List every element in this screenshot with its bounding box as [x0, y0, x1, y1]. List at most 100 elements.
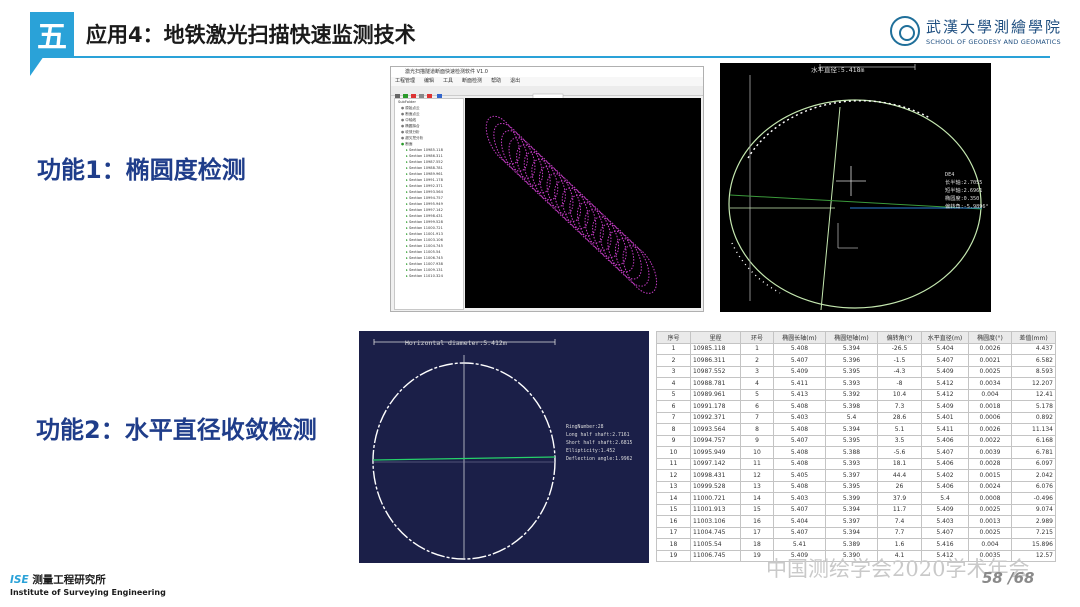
table-cell: 5.407: [773, 354, 826, 367]
table-cell: 17: [656, 526, 691, 539]
table-cell: 10993.564: [690, 423, 741, 436]
table-cell: 0.0018: [968, 400, 1012, 413]
feature-1-label: 功能1：椭圆度检测: [37, 156, 246, 184]
table-cell: 13: [740, 480, 774, 493]
table-cell: 10988.781: [690, 377, 741, 390]
scan-ring: [516, 144, 551, 194]
software-menu-item[interactable]: 工程管理: [395, 78, 415, 84]
table-cell: 5.396: [825, 354, 878, 367]
table-cell: 0.0022: [968, 434, 1012, 447]
table-header-cell: 水平直径(m): [921, 331, 969, 344]
table-cell: 9: [656, 434, 691, 447]
table-cell: 6.076: [1011, 480, 1056, 493]
page-number: 58 /68: [982, 569, 1035, 587]
section-tree-panel: SubFolder ● 原始点云 ● 断面点云 ● 中轴线 ● 椭圆拟合 ● 收敛分析 ● …: [394, 98, 464, 310]
seal-icon: [890, 16, 920, 46]
table-cell: 8: [656, 423, 691, 436]
software-menu-item[interactable]: 工具: [443, 78, 453, 84]
table-cell: 5.395: [825, 480, 878, 493]
table-cell: 8.593: [1011, 365, 1056, 378]
scan-ring: [546, 173, 582, 222]
software-menu-item[interactable]: 退出: [510, 78, 520, 84]
tree-section-label: Section 11007.938: [408, 262, 443, 266]
table-cell: 5.408: [773, 342, 826, 355]
table-cell: 0.004: [968, 538, 1012, 551]
table-row: 14 11000.721 14 5.403 5.399 37.9 5.4 0.0008 -0.4…: [656, 492, 1056, 505]
tree-section-item[interactable]: ▸ Section 11010.324: [395, 273, 463, 279]
tree-section-label: Section 11000.721: [408, 226, 443, 230]
tree-group-label: 断面: [405, 142, 413, 146]
table-row: 1 10985.118 1 5.408 5.394 -26.5 5.404 0.0026 4.4…: [656, 342, 1056, 355]
table-cell: 0.0015: [968, 469, 1012, 482]
table-header-cell: 椭圆长轴(m): [773, 331, 826, 344]
table-cell: 0.0039: [968, 446, 1012, 459]
software-menu-item[interactable]: 编辑: [424, 78, 434, 84]
table-cell: 5.4: [921, 492, 969, 505]
table-cell: 19: [656, 549, 691, 562]
table-cell: 5.394: [825, 503, 878, 516]
tree-section-label: Section 10988.781: [408, 166, 443, 170]
scan-ring: [561, 187, 597, 237]
table-cell: 10989.961: [690, 388, 741, 401]
table-cell: 8: [740, 423, 774, 436]
table-cell: 5.178: [1011, 400, 1056, 413]
section-badge-tail: [30, 56, 44, 76]
table-cell: 28.6: [877, 411, 922, 424]
table-cell: 5.398: [825, 400, 878, 413]
ellipticity-section-view: 水平直径:5.418m DE4 长半轴:2.7055 短半轴:2.6961 椭圆…: [720, 63, 991, 312]
table-cell: 5.407: [773, 503, 826, 516]
table-cell: 0.0021: [968, 354, 1012, 367]
ellipse-info-line: 短半轴:2.6961: [945, 186, 982, 194]
ellipse-diameter-label: 水平直径:5.418m: [811, 65, 864, 74]
table-row: 2 10986.311 2 5.407 5.396 -1.5 5.407 0.0021 6.58…: [656, 354, 1056, 367]
tree-section-label: Section 10985.118: [408, 148, 443, 152]
table-cell: 4: [740, 377, 774, 390]
table-row: 7 10992.371 7 5.403 5.4 28.6 5.401 0.0006 0.892: [656, 411, 1056, 424]
table-cell: 0.0025: [968, 503, 1012, 516]
tree-section-label: Section 10993.564: [408, 190, 443, 194]
software-menu-item[interactable]: 断面检测: [462, 78, 482, 84]
software-menu-item[interactable]: 帮助: [491, 78, 501, 84]
table-cell: 2.042: [1011, 469, 1056, 482]
table-cell: 5.397: [825, 515, 878, 528]
table-cell: -0.496: [1011, 492, 1056, 505]
ellipse-info-block: DE4 长半轴:2.7055 短半轴:2.6961 椭圆度:0.350 偏转角:…: [945, 172, 989, 210]
table-cell: 10987.552: [690, 365, 741, 378]
table-cell: 10: [740, 446, 774, 459]
table-row: 3 10987.552 3 5.409 5.395 -4.3 5.409 0.0025 8.59…: [656, 365, 1056, 378]
scan-ring: [538, 166, 574, 215]
tree-group-label: 椭圆拟合: [405, 124, 420, 128]
table-cell: 6.168: [1011, 434, 1056, 447]
table-cell: 0.892: [1011, 411, 1056, 424]
table-cell: 0.0025: [968, 526, 1012, 539]
ellipse-info-line: 长半轴:2.7055: [945, 178, 982, 186]
table-header-cell: 环号: [740, 331, 774, 344]
table-cell: 17: [740, 526, 774, 539]
table-row: 15 11001.913 15 5.407 5.394 11.7 5.409 0.0025 9.…: [656, 503, 1056, 516]
table-cell: 1: [656, 342, 691, 355]
table-row: 6 10991.178 6 5.408 5.398 7.3 5.409 0.0018 5.178: [656, 400, 1056, 413]
table-row: 16 11003.106 16 5.404 5.397 7.4 5.403 0.0013 2.9…: [656, 515, 1056, 528]
table-cell: 4: [656, 377, 691, 390]
diameter-fit-plot: Horizontal diameter:5.412m RingNumber:28…: [372, 339, 633, 560]
tree-section-label: Section 10989.961: [408, 172, 443, 176]
table-row: 8 10993.564 8 5.408 5.394 5.1 5.411 0.0026 11.13…: [656, 423, 1056, 436]
scan-ring: [531, 158, 566, 208]
table-cell: 7: [740, 411, 774, 424]
table-cell: 5.407: [921, 526, 969, 539]
table-cell: 3: [740, 365, 774, 378]
table-cell: 5.395: [825, 434, 878, 447]
table-cell: 10997.142: [690, 457, 741, 470]
table-cell: 5.41: [773, 538, 826, 551]
scan-ring: [599, 223, 635, 273]
table-cell: 5.409: [921, 400, 969, 413]
table-cell: 5.407: [773, 526, 826, 539]
tree-section-label: Section 11010.324: [408, 274, 443, 278]
scan-ring: [622, 245, 658, 294]
table-cell: 12: [740, 469, 774, 482]
table-cell: 11006.745: [690, 549, 741, 562]
table-row: 18 11005.54 18 5.41 5.389 1.6 5.416 0.004 15.896: [656, 538, 1056, 551]
table-cell: 16: [656, 515, 691, 528]
table-cell: 5.409: [921, 365, 969, 378]
table-cell: 5.403: [921, 515, 969, 528]
